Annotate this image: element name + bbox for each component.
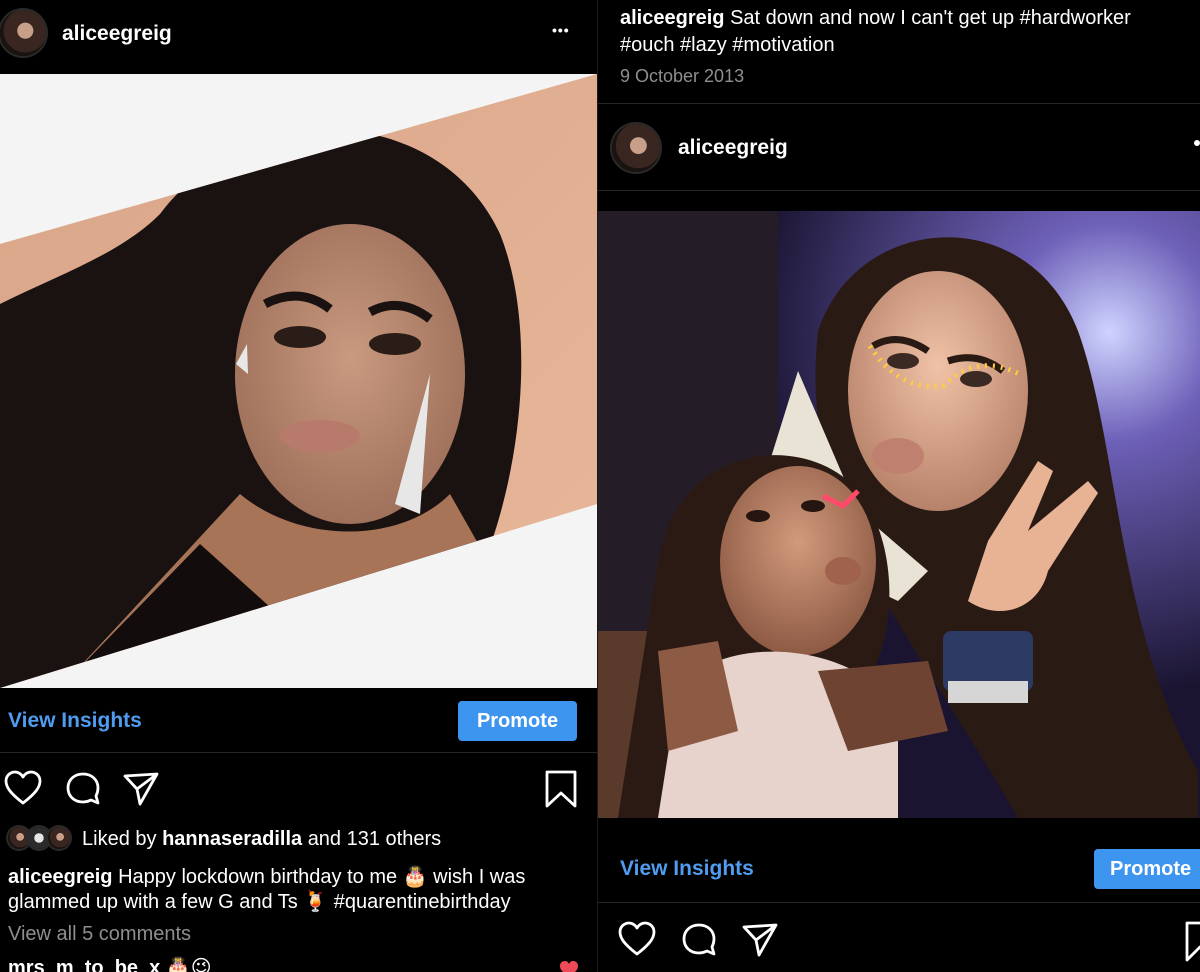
avatar[interactable] xyxy=(612,124,660,172)
post-username[interactable]: aliceegreig xyxy=(678,136,788,160)
avatar[interactable] xyxy=(0,10,46,56)
promote-button[interactable]: Promote xyxy=(1094,849,1200,889)
divider xyxy=(0,752,597,753)
post-caption: aliceegreig Happy lockdown birthday to m… xyxy=(8,865,593,915)
right-post: aliceegreig Sat down and now I can't get… xyxy=(598,0,1200,972)
post-photo[interactable] xyxy=(598,211,1200,818)
caption-text-line1: Sat down and now I can't get up #hardwor… xyxy=(730,7,1131,29)
divider xyxy=(598,190,1200,191)
view-comments-link[interactable]: View all 5 comments xyxy=(8,922,191,947)
liker-avatar[interactable] xyxy=(28,827,50,849)
liked-by-line: Liked by hannaseradilla and 131 others xyxy=(82,827,441,852)
previous-post-caption: aliceegreig Sat down and now I can't get… xyxy=(620,5,1200,59)
divider xyxy=(598,902,1200,903)
liked-suffix[interactable]: and 131 others xyxy=(308,828,441,850)
post-username[interactable]: aliceegreig xyxy=(62,22,172,46)
caption-text-line1: Happy lockdown birthday to me 🎂 wish I w… xyxy=(118,866,526,888)
divider xyxy=(598,103,1200,104)
selfie-image xyxy=(0,74,597,688)
heart-icon[interactable] xyxy=(4,770,42,806)
heart-icon[interactable] xyxy=(618,921,656,957)
party-photo-image xyxy=(598,211,1200,818)
liker-avatar[interactable] xyxy=(8,827,30,849)
view-insights-link[interactable]: View Insights xyxy=(8,709,142,733)
view-insights-link[interactable]: View Insights xyxy=(620,857,754,881)
caption-text-line2: #ouch #lazy #motivation xyxy=(620,34,835,56)
comment-like-icon[interactable] xyxy=(559,960,579,972)
bookmark-icon[interactable] xyxy=(1184,920,1200,964)
post-date: 9 October 2013 xyxy=(620,66,745,86)
left-post: aliceegreig ••• View Insights Promote Li… xyxy=(0,0,597,972)
liked-user-link[interactable]: hannaseradilla xyxy=(162,828,302,850)
comment-icon[interactable] xyxy=(681,922,717,958)
more-options-icon[interactable] xyxy=(1194,140,1200,146)
bookmark-icon[interactable] xyxy=(544,769,578,809)
post-photo[interactable] xyxy=(0,74,597,688)
caption-username[interactable]: aliceegreig xyxy=(8,866,113,888)
liked-prefix: Liked by xyxy=(82,828,157,850)
liker-avatar[interactable] xyxy=(48,827,70,849)
comment-icon[interactable] xyxy=(65,771,101,807)
caption-username[interactable]: aliceegreig xyxy=(620,7,725,29)
more-options-icon[interactable]: ••• xyxy=(552,22,570,38)
share-icon[interactable] xyxy=(741,922,779,958)
comment-preview: mrs_m_to_be_x 🎂😉 xyxy=(8,957,212,972)
promote-button[interactable]: Promote xyxy=(458,701,577,741)
share-icon[interactable] xyxy=(122,771,160,807)
caption-text-line2: glammed up with a few G and Ts 🍹 #quaren… xyxy=(8,891,511,913)
